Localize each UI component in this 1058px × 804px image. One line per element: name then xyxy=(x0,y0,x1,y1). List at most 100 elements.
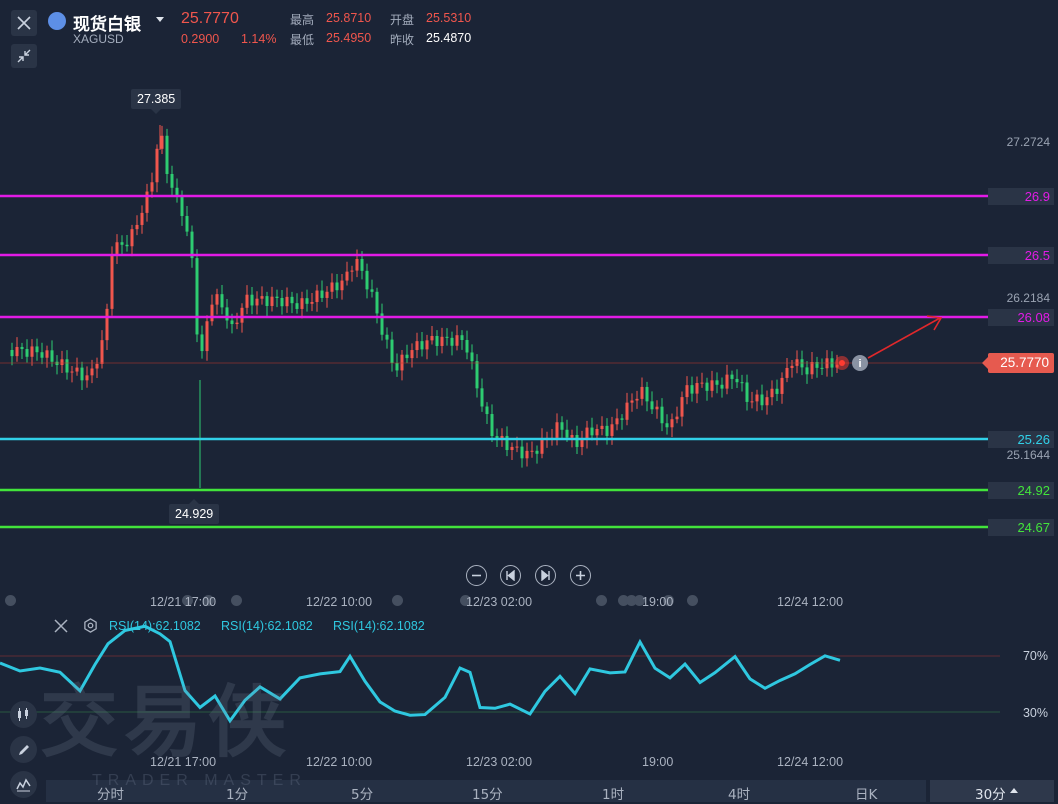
candle-body xyxy=(100,340,104,364)
candle-body xyxy=(780,377,784,394)
event-dot[interactable] xyxy=(392,595,403,606)
candle-body xyxy=(455,335,459,346)
candle-body xyxy=(345,271,349,281)
candle-body xyxy=(460,335,464,341)
zoom-in-icon xyxy=(576,571,585,580)
level-tag-24.92: 24.92 xyxy=(988,482,1054,499)
candle-body xyxy=(155,148,159,183)
candle-body xyxy=(590,427,594,436)
candle-body xyxy=(785,367,789,378)
candle-body xyxy=(245,294,249,308)
candle-body xyxy=(365,270,369,290)
time-label: 19:00 xyxy=(642,595,674,609)
period-selected[interactable]: 30分 xyxy=(975,783,1006,803)
period-tab[interactable]: 5分 xyxy=(351,783,373,803)
period-tab[interactable]: 日K xyxy=(855,783,877,803)
candle-body xyxy=(475,361,479,389)
candle-body xyxy=(710,380,714,391)
candle-body xyxy=(110,255,114,309)
candle-body xyxy=(685,385,689,398)
candle-body xyxy=(25,349,29,357)
draw-tool-button[interactable] xyxy=(10,736,37,763)
candle-body xyxy=(30,346,34,357)
candle-body xyxy=(160,135,164,149)
candle-body xyxy=(615,418,619,425)
candle-body xyxy=(650,401,654,410)
candle-body xyxy=(745,382,749,402)
candle-body xyxy=(320,290,324,298)
candle-body xyxy=(445,336,449,338)
candle-body xyxy=(220,294,224,308)
candle-body xyxy=(600,425,604,430)
candle-body xyxy=(750,401,754,403)
candle-body xyxy=(595,429,599,436)
candle-body xyxy=(50,350,54,362)
axis-value-2: 26.2184 xyxy=(1006,291,1050,305)
candle-body xyxy=(315,290,319,303)
event-dot[interactable] xyxy=(596,595,607,606)
candle-body xyxy=(95,363,99,369)
candle-body xyxy=(575,435,579,447)
candle-body xyxy=(565,429,569,438)
step-back-button[interactable] xyxy=(500,565,521,586)
event-dot[interactable] xyxy=(5,595,16,606)
candlestick-tool-button[interactable] xyxy=(10,701,37,728)
settings-icon[interactable] xyxy=(83,618,98,633)
rsi-value: RSI(14):62.1082 xyxy=(109,619,201,633)
level-tag-25.26: 25.26 xyxy=(988,431,1054,448)
time-label: 12/21 17:00 xyxy=(150,595,217,609)
candle-body xyxy=(605,425,609,436)
period-tab[interactable]: 1时 xyxy=(602,783,624,803)
zoom-out-button[interactable] xyxy=(466,565,487,586)
close-icon[interactable] xyxy=(54,619,68,633)
candle-body xyxy=(400,354,404,371)
time-label: 12/24 12:00 xyxy=(777,595,844,609)
candle-body xyxy=(90,368,94,376)
period-tab[interactable]: 1分 xyxy=(226,783,248,803)
rsi-level-30: 30% xyxy=(1022,706,1048,720)
time-label: 12/23 02:00 xyxy=(466,755,533,769)
candle-body xyxy=(690,385,694,394)
candle-body xyxy=(730,374,734,379)
candle-body xyxy=(15,346,19,357)
candle-body xyxy=(60,359,64,366)
candle-body xyxy=(135,224,139,230)
step-forward-icon xyxy=(541,570,550,581)
candle-body xyxy=(80,367,84,381)
candle-body xyxy=(360,259,364,271)
indicator-tool-button[interactable] xyxy=(10,771,37,798)
candle-body xyxy=(115,242,119,256)
candle-body xyxy=(235,322,239,325)
candle-body xyxy=(185,215,189,232)
level-tag-26.9: 26.9 xyxy=(988,188,1054,205)
candle-body xyxy=(425,340,429,350)
event-dot[interactable] xyxy=(231,595,242,606)
candle-body xyxy=(85,375,89,381)
zoom-in-button[interactable] xyxy=(570,565,591,586)
candle-body xyxy=(485,406,489,415)
candle-body xyxy=(295,303,299,309)
caret-up-icon[interactable] xyxy=(1010,788,1018,793)
candle-body xyxy=(205,321,209,352)
event-dot[interactable] xyxy=(687,595,698,606)
candle-body xyxy=(255,298,259,306)
candle-body xyxy=(525,450,529,459)
candle-body xyxy=(370,289,374,292)
step-forward-button[interactable] xyxy=(535,565,556,586)
candle-body xyxy=(735,378,739,383)
period-tab[interactable]: 4时 xyxy=(728,783,750,803)
candle-body xyxy=(725,374,729,389)
candle-body xyxy=(670,419,674,428)
candle-body xyxy=(555,422,559,438)
period-tab[interactable]: 分时 xyxy=(97,783,124,803)
candle-body xyxy=(680,397,684,417)
period-tab[interactable]: 15分 xyxy=(472,783,503,803)
candle-body xyxy=(620,418,624,420)
candle-body xyxy=(625,402,629,420)
candle-body xyxy=(480,388,484,407)
candle-body xyxy=(45,350,49,358)
candle-body xyxy=(450,337,454,346)
candle-body xyxy=(275,296,279,299)
low-marker: 24.929 xyxy=(169,499,220,524)
candle-body xyxy=(215,294,219,305)
